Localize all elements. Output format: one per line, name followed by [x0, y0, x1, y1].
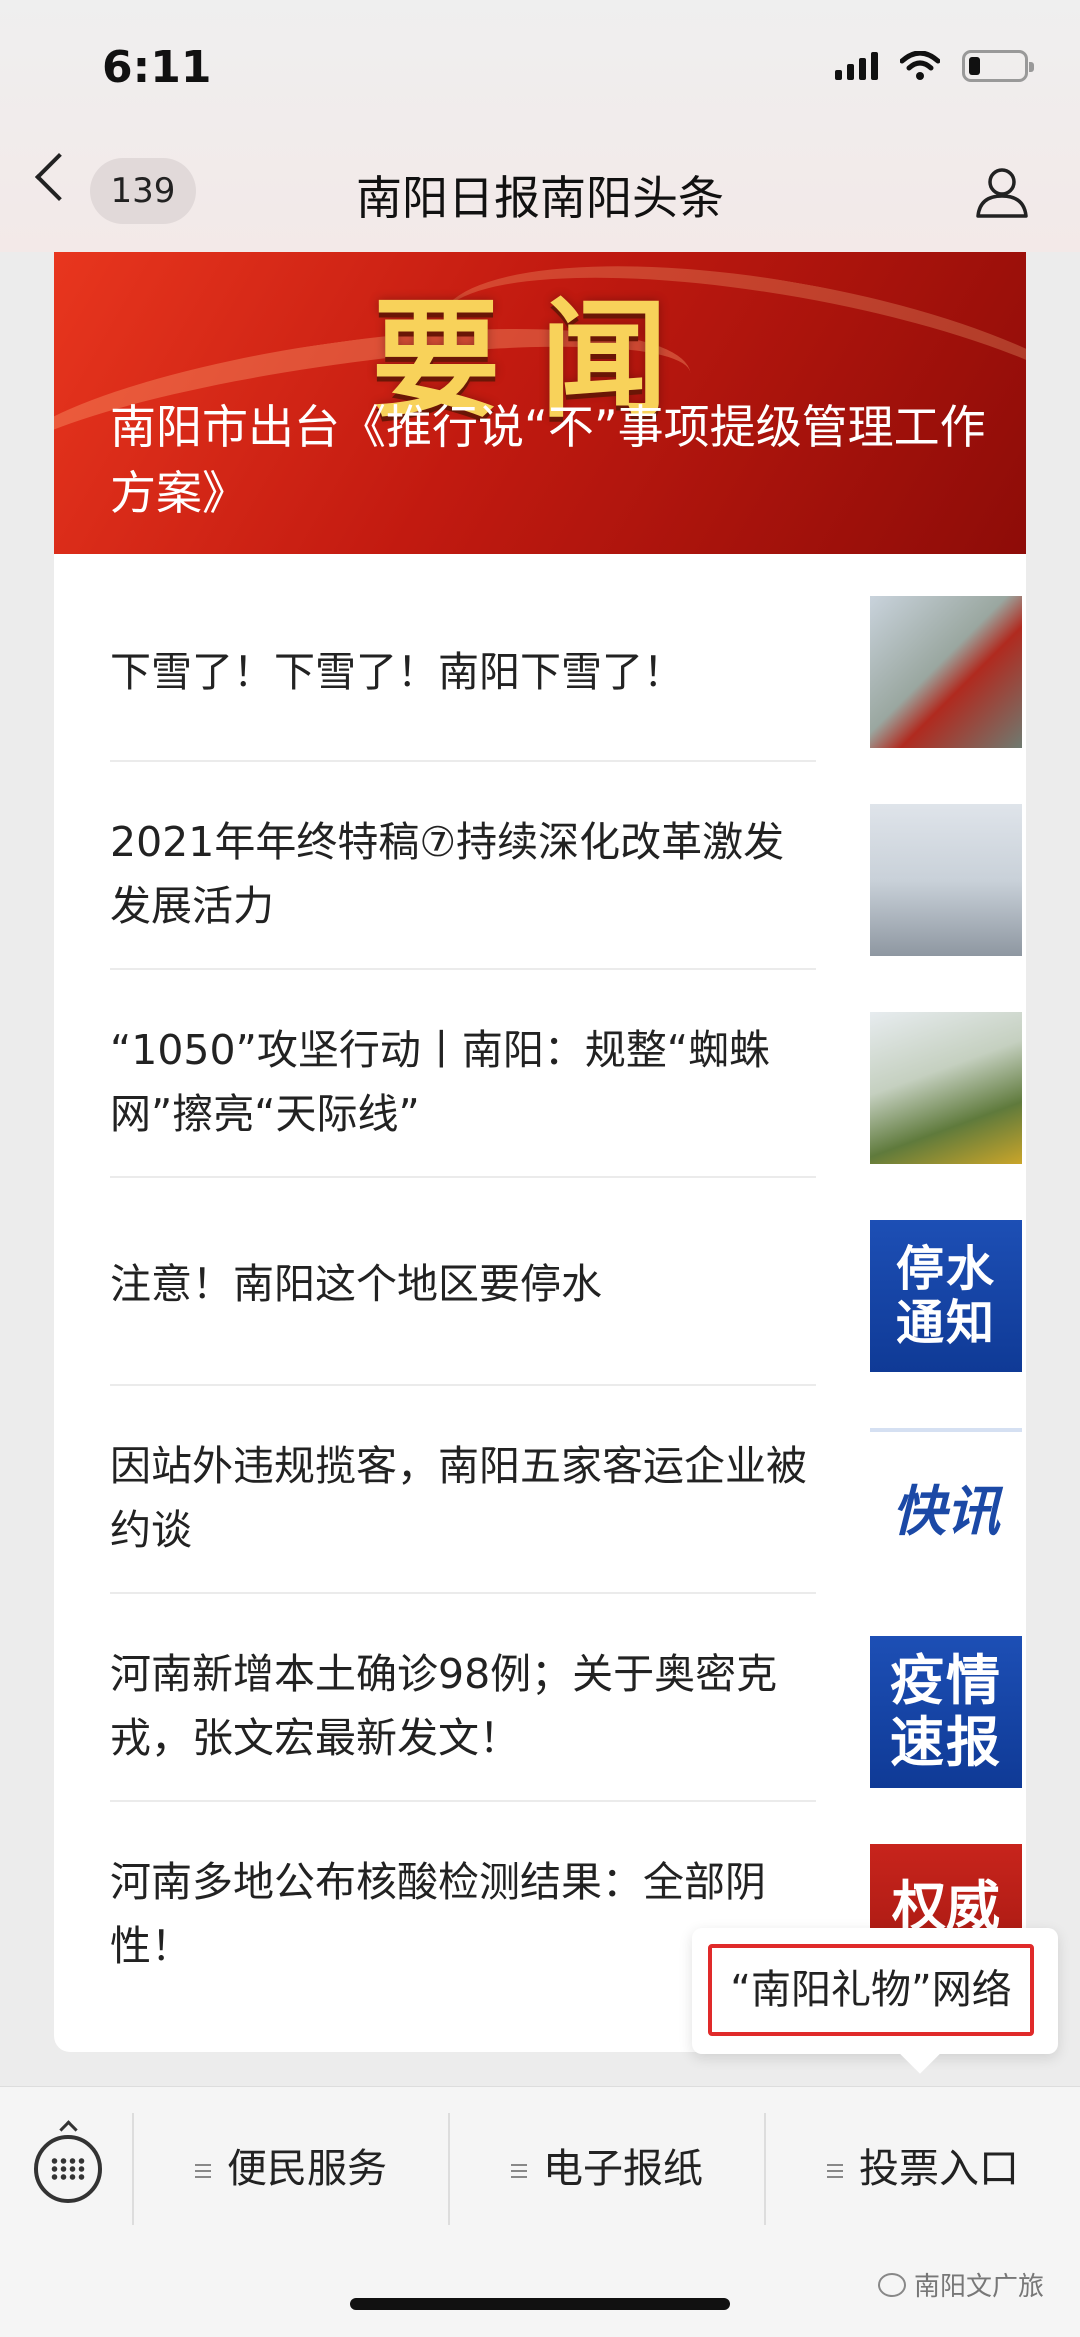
news-item[interactable]: 河南新增本土确诊98例；关于奥密克戎，张文宏最新发文！ 疫情 速报 — [110, 1594, 1022, 1802]
wifi-icon — [900, 51, 940, 80]
menu-lines-icon — [195, 2160, 211, 2182]
menu-item-label: 投票入口 — [859, 2146, 1019, 2192]
news-thumbnail — [870, 804, 1022, 956]
news-title: 2021年年终特稿⑦持续深化改革激发发展活力 — [110, 818, 785, 930]
news-item[interactable]: “1050”攻坚行动丨南阳：规整“蜘蛛网”擦亮“天际线” — [110, 970, 1022, 1178]
news-thumbnail: 停水 通知 — [870, 1220, 1022, 1372]
menu-lines-icon — [511, 2160, 527, 2182]
news-card: 要闻 南阳市出台《推行说“不”事项提级管理工作方案》 下雪了！下雪了！南阳下雪了… — [54, 252, 1026, 2052]
news-title: 河南新增本土确诊98例；关于奥密克戎，张文宏最新发文！ — [110, 1650, 778, 1762]
menu-item-vote[interactable]: 投票入口 — [766, 2133, 1080, 2205]
wechat-icon — [877, 2272, 906, 2297]
news-item[interactable]: 因站外违规揽客，南阳五家客运企业被约谈 快讯 — [110, 1386, 1022, 1594]
news-title: 因站外违规揽客，南阳五家客运企业被约谈 — [110, 1442, 807, 1554]
news-thumbnail — [870, 1012, 1022, 1164]
submenu-popup: “南阳礼物”网络 — [692, 1928, 1058, 2054]
battery-level — [969, 57, 980, 75]
headline-banner[interactable]: 要闻 南阳市出台《推行说“不”事项提级管理工作方案》 — [54, 252, 1026, 554]
signal-icon — [835, 52, 878, 80]
menu-item-label: 便民服务 — [227, 2146, 387, 2192]
news-title: “1050”攻坚行动丨南阳：规整“蜘蛛网”擦亮“天际线” — [110, 1026, 771, 1138]
news-item[interactable]: 2021年年终特稿⑦持续深化改革激发发展活力 — [110, 762, 1022, 970]
home-indicator — [350, 2298, 730, 2310]
menu-lines-icon — [827, 2160, 843, 2182]
top-bar: 6:11 139 南阳日报南阳头条 — [0, 0, 1080, 252]
news-thumbnail: 快讯 — [870, 1428, 1022, 1580]
submenu-item[interactable]: “南阳礼物”网络 — [708, 1944, 1034, 2036]
profile-icon[interactable] — [974, 164, 1030, 220]
news-thumbnail — [870, 596, 1022, 748]
watermark-text: 南阳文广旅 — [913, 2272, 1044, 2302]
menu-item-service[interactable]: 便民服务 — [134, 2133, 448, 2205]
status-time: 6:11 — [102, 42, 212, 93]
news-item[interactable]: 下雪了！下雪了！南阳下雪了！ — [110, 554, 1022, 762]
status-icons — [835, 50, 1034, 82]
news-title: 下雪了！下雪了！南阳下雪了！ — [110, 648, 684, 696]
menu-item-label: 电子报纸 — [543, 2146, 703, 2192]
news-title: 注意！南阳这个地区要停水 — [110, 1260, 602, 1308]
news-thumbnail: 疫情 速报 — [870, 1636, 1022, 1788]
news-item[interactable]: 注意！南阳这个地区要停水 停水 通知 — [110, 1178, 1022, 1386]
watermark: 南阳文广旅 — [877, 2266, 1044, 2303]
keyboard-icon[interactable] — [34, 2135, 102, 2203]
banner-headline: 南阳市出台《推行说“不”事项提级管理工作方案》 — [110, 400, 986, 520]
page-title: 南阳日报南阳头条 — [356, 171, 724, 225]
battery-icon — [962, 50, 1034, 82]
menu-item-epaper[interactable]: 电子报纸 — [450, 2133, 764, 2205]
